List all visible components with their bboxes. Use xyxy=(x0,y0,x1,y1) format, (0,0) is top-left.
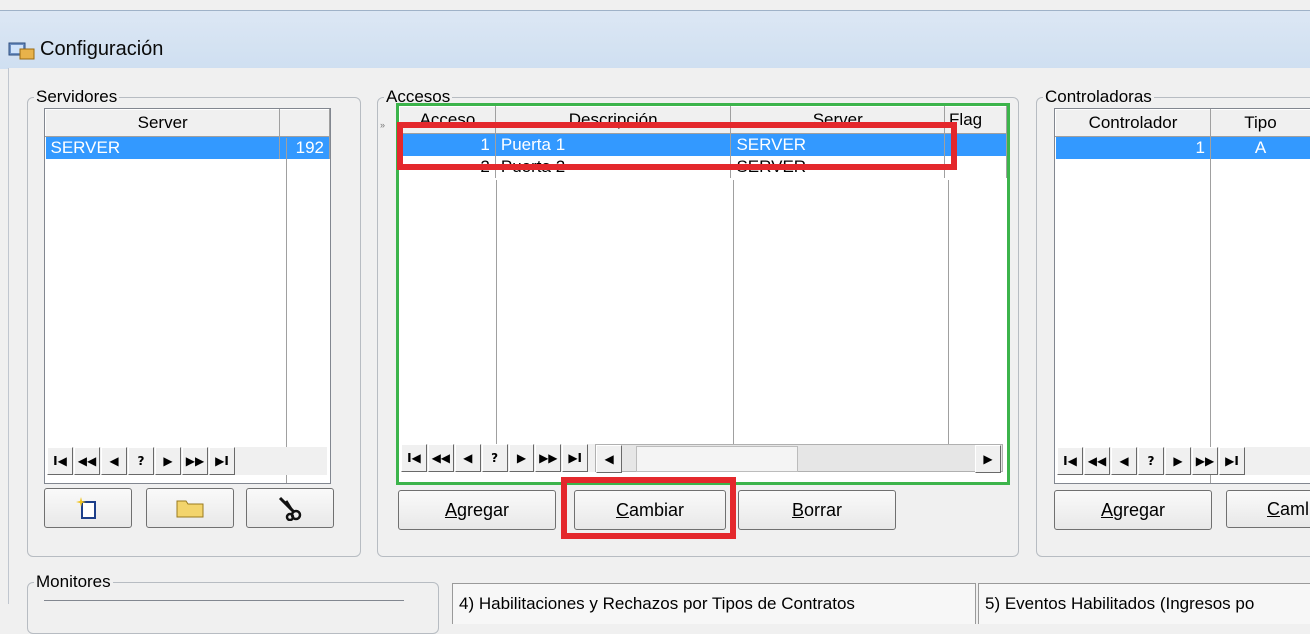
new-document-icon xyxy=(75,495,101,521)
borrar-mnemonic: B xyxy=(792,500,804,521)
cambiar-mnemonic: C xyxy=(616,500,629,521)
nav-next-page-button[interactable]: ▶▶ xyxy=(1192,447,1218,475)
cell-ip[interactable]: 192 xyxy=(280,137,330,160)
cell-controlador[interactable]: 1 xyxy=(1056,137,1211,160)
servidores-legend: Servidores xyxy=(34,87,119,107)
tab-eventos-label: 5) Eventos Habilitados (Ingresos po xyxy=(985,594,1310,614)
controladoras-grid[interactable]: Controlador Tipo 1 A I◀ ◀◀ ◀ ? ▶ ▶▶ ▶I xyxy=(1054,108,1310,484)
nav-first-button[interactable]: I◀ xyxy=(401,444,427,472)
cell-descripcion[interactable]: Puerta 2 xyxy=(495,156,731,178)
new-server-button[interactable] xyxy=(44,488,132,528)
table-row[interactable]: 1 A xyxy=(1056,137,1310,160)
monitor-field[interactable] xyxy=(44,600,404,611)
cell-flag[interactable] xyxy=(945,156,1007,178)
nav-first-button[interactable]: I◀ xyxy=(1057,447,1083,475)
borrar-label: orrar xyxy=(804,500,842,521)
table-row[interactable]: 2 Puerta 2 SERVER xyxy=(400,156,1007,178)
col-header-server[interactable]: Server xyxy=(46,110,280,137)
open-server-button[interactable] xyxy=(146,488,234,528)
cell-server[interactable]: SERVER xyxy=(731,134,945,157)
title-bar: Configuración xyxy=(0,10,1310,69)
cell-flag[interactable] xyxy=(945,134,1007,157)
cell-server[interactable]: SERVER xyxy=(46,137,280,160)
nav-help-button[interactable]: ? xyxy=(482,444,508,472)
agregar-mnemonic: A xyxy=(445,500,457,521)
nav-next-button[interactable]: ▶ xyxy=(509,444,535,472)
nav-last-button[interactable]: ▶I xyxy=(209,447,235,475)
controladoras-agregar-button[interactable]: Agregar xyxy=(1054,490,1212,530)
col-header-descripcion[interactable]: Descripción xyxy=(495,107,731,134)
borrar-button[interactable]: Borrar xyxy=(738,490,896,530)
cambiar-mnemonic: C xyxy=(1267,499,1280,520)
nav-first-button[interactable]: I◀ xyxy=(47,447,73,475)
agregar-label: gregar xyxy=(1113,500,1165,521)
folder-icon xyxy=(175,497,205,519)
nav-help-button[interactable]: ? xyxy=(1138,447,1164,475)
agregar-button[interactable]: Agregar xyxy=(398,490,556,530)
nav-last-button[interactable]: ▶I xyxy=(1219,447,1245,475)
controladoras-legend: Controladoras xyxy=(1043,87,1154,107)
cut-server-button[interactable] xyxy=(246,488,334,528)
col-header-controlador[interactable]: Controlador xyxy=(1056,110,1211,137)
horizontal-scrollbar[interactable]: ◀ ▶ xyxy=(595,444,1003,472)
col-header-ip[interactable] xyxy=(280,110,330,137)
row-indicator-icon: » xyxy=(380,120,385,130)
nav-next-page-button[interactable]: ▶▶ xyxy=(182,447,208,475)
col-header-server[interactable]: Server xyxy=(731,107,945,134)
window-title: Configuración xyxy=(40,38,163,61)
nav-next-button[interactable]: ▶ xyxy=(1165,447,1191,475)
col-header-tipo[interactable]: Tipo xyxy=(1211,110,1310,137)
cell-server[interactable]: SERVER xyxy=(731,156,945,178)
cell-acceso[interactable]: 1 xyxy=(400,134,496,157)
nav-prev-button[interactable]: ◀ xyxy=(101,447,127,475)
scroll-thumb[interactable] xyxy=(636,446,798,472)
nav-prev-button[interactable]: ◀ xyxy=(1111,447,1137,475)
scroll-right-button[interactable]: ▶ xyxy=(975,445,1001,473)
cambiar-label: aml xyxy=(1280,499,1309,520)
cambiar-label: ambiar xyxy=(629,500,684,521)
tab-habilitaciones-label: 4) Habilitaciones y Rechazos por Tipos d… xyxy=(459,594,975,614)
cell-acceso[interactable]: 2 xyxy=(400,156,496,178)
scissors-icon xyxy=(276,495,304,521)
accesos-grid[interactable]: Acceso Descripción Server Flag 1 Puerta … xyxy=(396,103,1010,485)
nav-prev-page-button[interactable]: ◀◀ xyxy=(428,444,454,472)
agregar-mnemonic: A xyxy=(1101,500,1113,521)
controladoras-cambiar-button[interactable]: Caml xyxy=(1226,490,1310,528)
servers-grid[interactable]: Server SERVER 192 I◀ ◀◀ ◀ ? ▶ ▶▶ ▶I xyxy=(44,108,331,484)
agregar-label: gregar xyxy=(457,500,509,521)
nav-next-button[interactable]: ▶ xyxy=(155,447,181,475)
servers-navigator: I◀ ◀◀ ◀ ? ▶ ▶▶ ▶I xyxy=(47,447,327,475)
accesos-navigator: I◀ ◀◀ ◀ ? ▶ ▶▶ ▶I ◀ ▶ xyxy=(401,444,1003,472)
nav-last-button[interactable]: ▶I xyxy=(562,444,588,472)
controladoras-navigator: I◀ ◀◀ ◀ ? ▶ ▶▶ ▶I xyxy=(1057,447,1310,475)
nav-prev-page-button[interactable]: ◀◀ xyxy=(1084,447,1110,475)
table-row[interactable]: 1 Puerta 1 SERVER xyxy=(400,134,1007,157)
col-header-flag[interactable]: Flag xyxy=(945,107,1007,134)
cambiar-button[interactable]: Cambiar xyxy=(574,490,726,530)
scroll-left-button[interactable]: ◀ xyxy=(596,445,622,473)
col-header-acceso[interactable]: Acceso xyxy=(400,107,496,134)
nav-prev-page-button[interactable]: ◀◀ xyxy=(74,447,100,475)
nav-prev-button[interactable]: ◀ xyxy=(455,444,481,472)
cell-descripcion[interactable]: Puerta 1 xyxy=(495,134,731,157)
monitores-legend: Monitores xyxy=(34,572,113,592)
nav-next-page-button[interactable]: ▶▶ xyxy=(535,444,561,472)
nav-help-button[interactable]: ? xyxy=(128,447,154,475)
cell-tipo[interactable]: A xyxy=(1211,137,1310,160)
app-config-icon xyxy=(8,41,36,61)
